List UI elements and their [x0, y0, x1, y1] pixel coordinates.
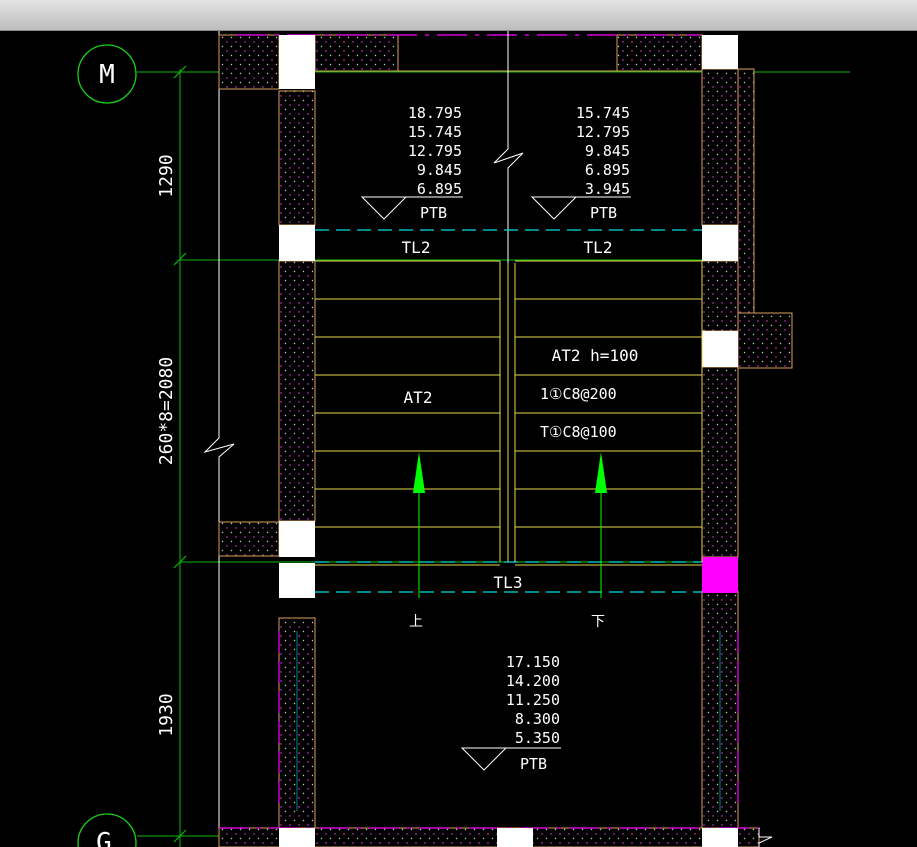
column-4	[702, 225, 738, 261]
column-7	[279, 563, 315, 598]
axis-label-g: G	[96, 828, 112, 847]
level-symbol	[360, 196, 408, 220]
level-value: 9.845	[585, 142, 630, 160]
wall-right-upper	[701, 68, 739, 226]
stair-label-right: AT2 h=100	[552, 346, 639, 365]
wall-right-buttress	[737, 312, 793, 369]
landing-label-ptb: PTB	[590, 204, 617, 222]
axis-bubble-g: G	[77, 813, 137, 847]
dimension-label-steps: 260*8=2080	[156, 357, 177, 465]
rebar-label-bottom: T①C8@100	[540, 423, 617, 441]
dimension-label-1930: 1930	[156, 693, 177, 736]
wall-left-upper	[278, 90, 316, 226]
wall-top-right	[616, 34, 703, 72]
rebar-label-top: 1①C8@200	[540, 385, 617, 403]
window-title-bar	[0, 0, 917, 31]
level-value: 14.200	[506, 672, 560, 690]
break-line-center	[493, 31, 524, 291]
level-value: 8.300	[515, 710, 560, 728]
level-value: 9.845	[417, 161, 462, 179]
column-2	[702, 35, 738, 69]
level-value: 15.745	[576, 104, 630, 122]
axis-bubble-m: M	[77, 44, 137, 104]
level-value: 18.795	[408, 104, 462, 122]
level-value: 15.745	[408, 123, 462, 141]
stair-flight-left	[315, 260, 501, 566]
axis-label-m: M	[99, 60, 115, 90]
wall-top-mid	[314, 34, 399, 72]
column-6	[279, 521, 315, 557]
column-1	[279, 35, 315, 89]
up-arrow	[413, 452, 425, 598]
level-value: 5.350	[515, 729, 560, 747]
level-value: 12.795	[408, 142, 462, 160]
beam-label-tl2-left: TL2	[402, 238, 431, 257]
break-line-left	[203, 31, 235, 847]
beam-label-tl3: TL3	[494, 573, 523, 592]
level-value: 17.150	[506, 653, 560, 671]
wall-top-left	[218, 34, 280, 90]
wall-right-pilaster	[737, 68, 755, 314]
column-8	[279, 828, 315, 847]
beam-label-tl2-right: TL2	[584, 238, 613, 257]
level-value: 12.795	[576, 123, 630, 141]
column-9	[497, 828, 533, 847]
level-value: 3.945	[585, 180, 630, 198]
landing-label-ptb: PTB	[420, 204, 447, 222]
column-10	[702, 828, 738, 847]
wall-left-mid	[278, 260, 316, 522]
level-symbol	[530, 196, 578, 220]
level-value: 11.250	[506, 691, 560, 709]
landing-label-ptb: PTB	[520, 755, 547, 773]
column-highlight	[702, 557, 738, 593]
stair-label-left: AT2	[404, 388, 433, 407]
landing-levels-bottom: 17.15014.20011.2508.3005.350 PTB	[460, 653, 561, 773]
stair-flight-right	[515, 260, 703, 566]
landing-levels-right: 15.74512.7959.8456.8953.945 PTB	[530, 104, 631, 222]
dimension-label-1290: 1290	[156, 154, 177, 197]
wall-right-mid	[701, 260, 739, 332]
wall-left-stub	[218, 521, 280, 557]
level-value: 6.895	[585, 161, 630, 179]
wall-right-lower	[701, 366, 739, 558]
level-symbol	[460, 747, 508, 771]
down-label: 下	[591, 614, 605, 630]
column-5	[702, 331, 738, 367]
level-value: 6.895	[417, 180, 462, 198]
column-3	[279, 225, 315, 261]
landing-levels-left: 18.79515.74512.7959.8456.895 PTB	[360, 104, 463, 222]
up-label: 上	[409, 614, 423, 630]
cad-drawing-canvas[interactable]: M G 1290 260*8=2080 1930 TL2 TL2 TL3 AT2…	[0, 31, 917, 847]
down-arrow	[595, 452, 607, 598]
